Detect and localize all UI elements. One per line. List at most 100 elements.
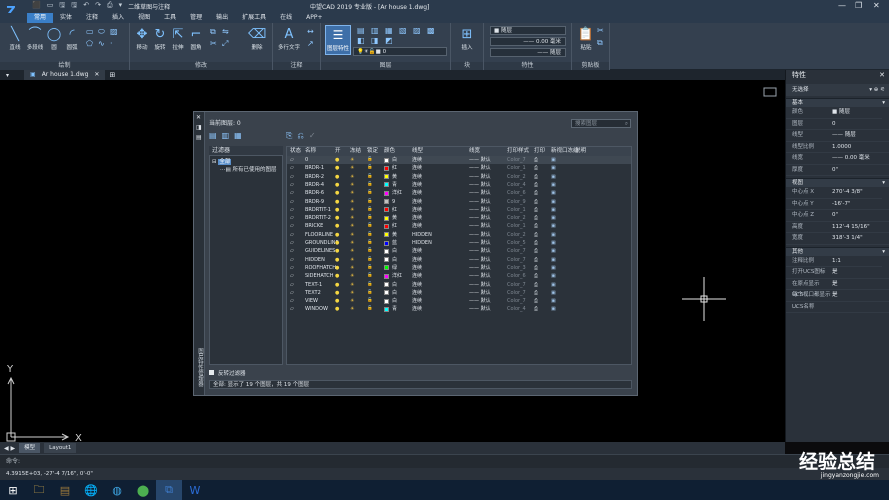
sun-icon[interactable]: ☀ — [350, 256, 354, 264]
sun-icon[interactable]: ☀ — [350, 173, 354, 181]
stretch-tool[interactable]: ⇱ 拉伸 — [170, 27, 186, 51]
workspace-selector[interactable]: 二维草图与注释 — [128, 2, 170, 11]
layer-color-name[interactable]: 洋红 — [392, 272, 402, 280]
layer-linetype[interactable]: 连续 — [412, 173, 422, 181]
start-button-icon[interactable]: ⊞ — [0, 480, 26, 500]
menu-item[interactable]: 管理 — [183, 13, 209, 23]
sun-icon[interactable]: ☀ — [350, 181, 354, 189]
layer-linetype[interactable]: 连续 — [412, 247, 422, 255]
layer-lineweight[interactable]: —— 默认 — [469, 247, 491, 255]
tab-menu-icon[interactable]: ▾ — [6, 72, 9, 79]
layer-name[interactable]: BRICKE — [305, 222, 323, 230]
sun-icon[interactable]: ☀ — [350, 264, 354, 272]
lightbulb-icon[interactable]: ● — [335, 214, 339, 222]
viewport-freeze-icon[interactable]: ▣ — [551, 289, 556, 297]
layer-linetype[interactable]: 连续 — [412, 164, 422, 172]
property-row[interactable]: 宽度 318'-3 1/4" — [786, 233, 889, 245]
printer-icon[interactable]: ⎙ — [534, 156, 538, 164]
viewport-freeze-icon[interactable]: ▣ — [551, 281, 556, 289]
dialog-close-icon[interactable]: ✕ — [196, 114, 201, 121]
filter-used-node[interactable]: ⋯▤ 所有已使用的图层 — [220, 165, 276, 173]
menu-item[interactable]: 常用 — [27, 13, 54, 23]
new-layer-icon[interactable]: ⎘ — [286, 131, 292, 141]
column-header[interactable]: 锁定 — [367, 147, 378, 156]
quick-access-icon[interactable]: 🖫 — [59, 1, 65, 12]
color-swatch[interactable] — [384, 232, 389, 238]
layer-color-name[interactable]: 蓝 — [392, 239, 397, 247]
column-header[interactable]: 线宽 — [469, 147, 480, 156]
property-row[interactable]: 线宽 —— 0.00 毫米 — [786, 153, 889, 165]
menu-item[interactable]: 插入 — [105, 13, 131, 23]
property-row[interactable]: 图层 0 — [786, 119, 889, 130]
layer-color-name[interactable]: 红 — [392, 164, 397, 172]
printer-icon[interactable]: ⎙ — [534, 231, 538, 239]
unlock-icon[interactable]: 🔓 — [367, 264, 373, 272]
printer-icon[interactable]: ⎙ — [534, 289, 538, 297]
layer-lineweight[interactable]: —— 默认 — [469, 173, 491, 181]
command-line[interactable]: 命令: — [0, 454, 889, 468]
unlock-icon[interactable]: 🔓 — [367, 206, 373, 214]
layer-color-name[interactable]: 青 — [392, 305, 397, 313]
layer-lineweight[interactable]: —— 默认 — [469, 297, 491, 305]
sun-icon[interactable]: ☀ — [350, 272, 354, 280]
property-row[interactable]: UCS名称 — [786, 302, 889, 313]
layer-row[interactable]: ▱ BRDR-4 ● ☀ 🔓 青 连续 —— 默认 Color_4 ⎙ ▣ — [287, 181, 631, 189]
layer-color-name[interactable]: 洋红 — [392, 189, 402, 197]
layer-color-name[interactable]: 红 — [392, 206, 397, 214]
property-row[interactable]: 在原点显示 UCS... 是 — [786, 279, 889, 298]
menu-item[interactable]: 在线 — [273, 13, 299, 23]
sun-icon[interactable]: ☀ — [350, 222, 354, 230]
dimension-icon[interactable]: ↔ — [307, 27, 314, 36]
property-row[interactable]: 线型 —— 随层 — [786, 130, 889, 142]
property-row[interactable]: 每个视口都显示 ... 是 — [786, 290, 889, 310]
viewport-freeze-icon[interactable]: ▣ — [551, 214, 556, 222]
layer-name[interactable]: ROOFHATCH — [305, 264, 336, 272]
column-header[interactable]: 打印 — [534, 147, 545, 156]
invert-filter-checkbox[interactable]: 反转过滤器 — [209, 369, 246, 377]
paste-tool[interactable]: 📋 粘贴 — [576, 27, 596, 51]
collapse-icon[interactable]: ▾ — [882, 179, 885, 188]
menu-item[interactable]: 工具 — [157, 13, 183, 23]
layer-lineweight[interactable]: —— 默认 — [469, 272, 491, 280]
color-swatch[interactable] — [384, 215, 389, 221]
layer-linetype[interactable]: HIDDEN — [412, 231, 432, 239]
layer-lineweight[interactable]: —— 默认 — [469, 264, 491, 272]
rotate-tool[interactable]: ↻ 旋转 — [152, 27, 168, 51]
printer-icon[interactable]: ⎙ — [534, 222, 538, 230]
ellipse-icon[interactable]: ⬭ — [98, 27, 105, 37]
tab-close-icon[interactable]: ✕ — [94, 70, 99, 80]
lightbulb-icon[interactable]: ● — [335, 272, 339, 280]
lightbulb-icon[interactable]: ● — [335, 264, 339, 272]
maximize-icon[interactable]: ❐ — [855, 1, 862, 10]
layer-linetype[interactable]: 连续 — [412, 189, 422, 197]
printer-icon[interactable]: ⎙ — [534, 281, 538, 289]
menu-item[interactable]: 注释 — [79, 13, 105, 23]
new-property-filter-icon[interactable]: ▤ — [209, 131, 217, 140]
layer-states-icon[interactable]: ▦ — [234, 131, 242, 140]
layer-match-icon[interactable]: ▥ — [371, 26, 379, 35]
column-header[interactable]: 颜色 — [384, 147, 395, 156]
layer-properties-tool[interactable]: ☰ 图层特性 — [325, 25, 351, 55]
printer-icon[interactable]: ⎙ — [534, 264, 538, 272]
viewport-freeze-icon[interactable]: ▣ — [551, 222, 556, 230]
layer-name[interactable]: BRDRTIT-2 — [305, 214, 331, 222]
layer-name[interactable]: GROUNDLINE — [305, 239, 339, 247]
property-section-header[interactable]: 其他 ▾ — [786, 246, 889, 256]
layer-linetype[interactable]: 连续 — [412, 156, 422, 164]
unlock-icon[interactable]: 🔓 — [367, 214, 373, 222]
sun-icon[interactable]: ☀ — [350, 305, 354, 313]
layer-color-name[interactable]: 白 — [392, 281, 397, 289]
layer-row[interactable]: ▱ 0 ● ☀ 🔓 白 连续 —— 默认 Color_7 ⎙ ▣ — [287, 156, 631, 165]
viewport-freeze-icon[interactable]: ▣ — [551, 305, 556, 313]
app-icon[interactable]: ▤ — [52, 480, 78, 500]
layer-name[interactable]: FLOORLINE — [305, 231, 333, 239]
color-swatch[interactable] — [384, 248, 389, 254]
printer-icon[interactable]: ⎙ — [534, 297, 538, 305]
viewport-freeze-icon[interactable]: ▣ — [551, 297, 556, 305]
line-tool[interactable]: ╲ 直线 — [6, 27, 24, 51]
color-swatch[interactable] — [384, 273, 389, 279]
layer-linetype[interactable]: HIDDEN — [412, 239, 432, 247]
layer-linetype[interactable]: 连续 — [412, 281, 422, 289]
layer-color-name[interactable]: 绿 — [392, 264, 397, 272]
layer-row[interactable]: ▱ HIDDEN ● ☀ 🔓 白 连续 —— 默认 Color_7 ⎙ ▣ — [287, 256, 631, 264]
